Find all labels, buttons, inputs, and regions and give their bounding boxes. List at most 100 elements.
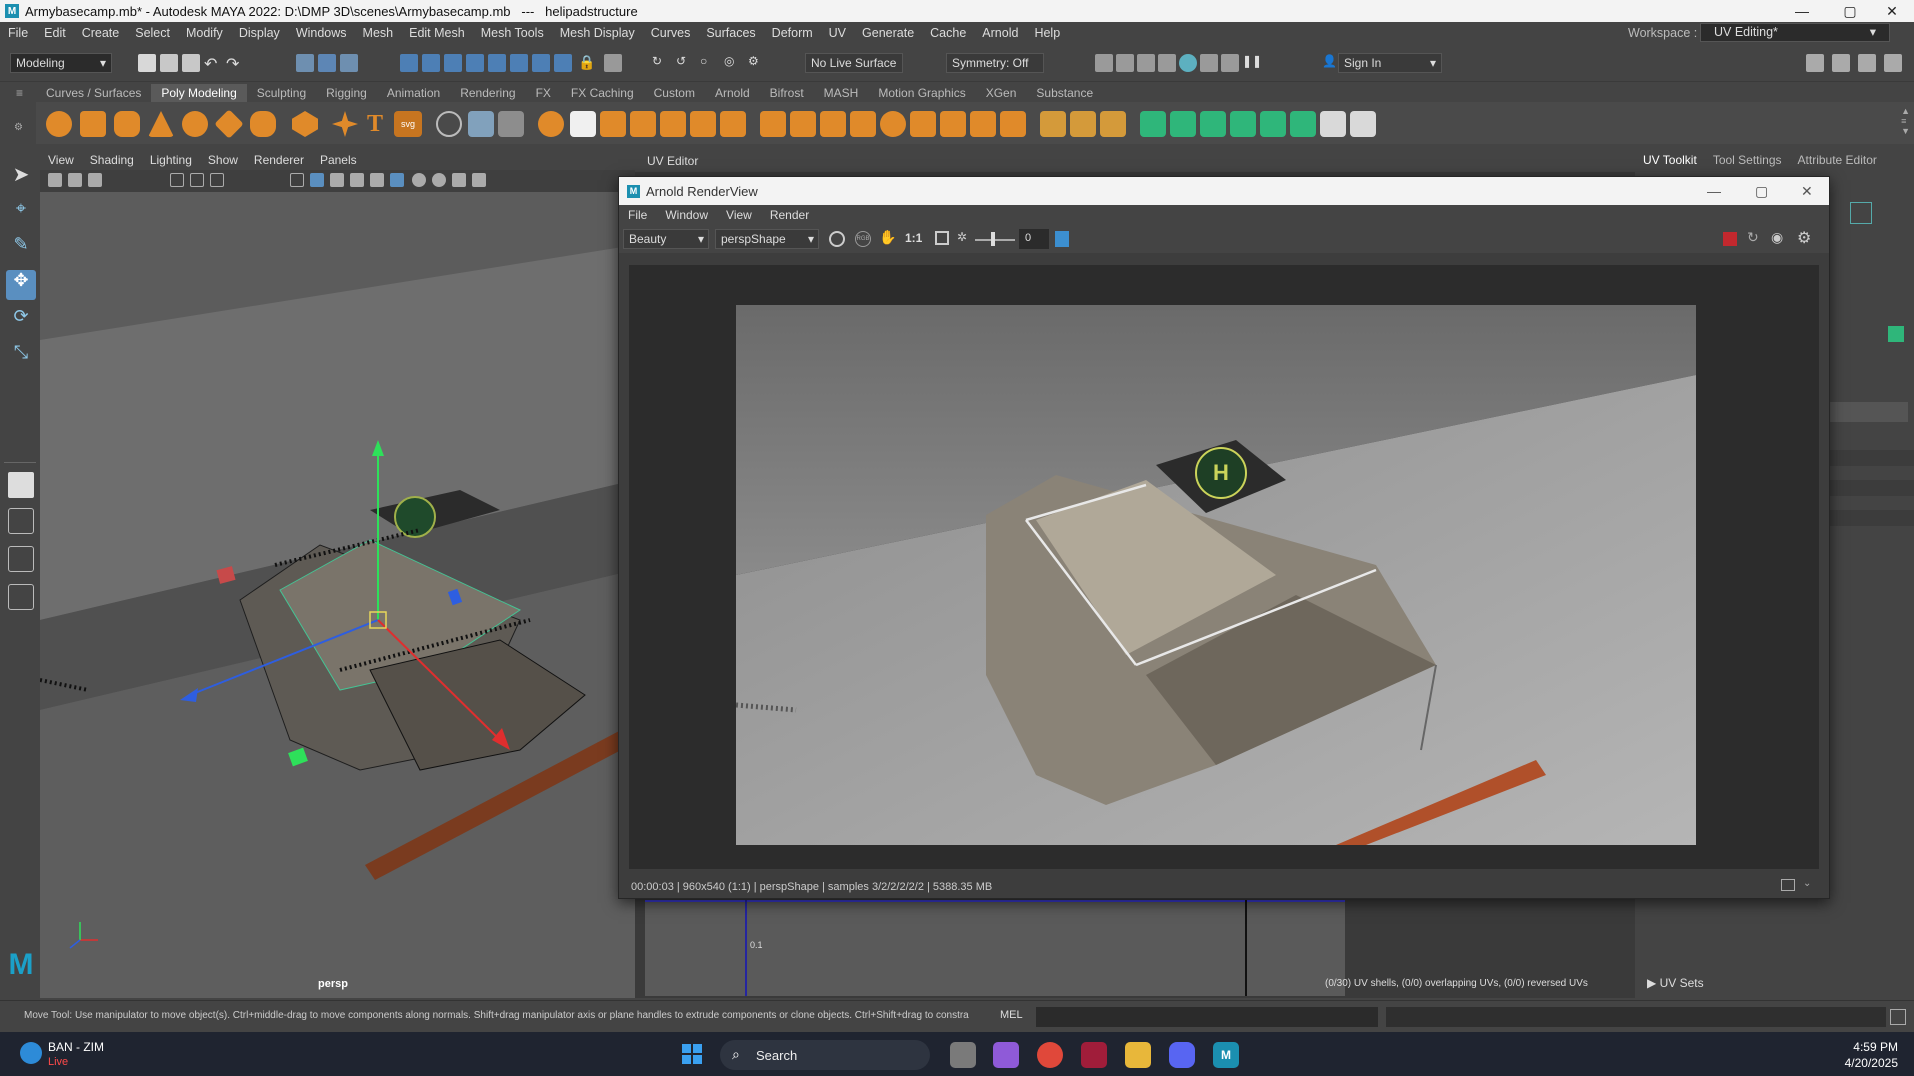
smooth-icon[interactable]	[630, 111, 656, 137]
snap-face-icon[interactable]	[554, 54, 572, 72]
media-app-icon[interactable]	[1081, 1042, 1107, 1068]
menu-display[interactable]: Display	[231, 26, 288, 40]
tab-tool-settings[interactable]: Tool Settings	[1705, 153, 1790, 167]
smooth-shade-icon[interactable]	[310, 173, 324, 187]
poly-torus-icon[interactable]	[182, 111, 208, 137]
display-all-channels-icon[interactable]	[829, 231, 845, 247]
menu-mesh[interactable]: Mesh	[355, 26, 402, 40]
refresh-render-icon[interactable]: ↻	[1747, 229, 1759, 246]
close-button[interactable]: ✕	[1870, 0, 1914, 22]
snap-curve-icon[interactable]	[422, 54, 440, 72]
ipr-render-icon[interactable]	[1137, 54, 1155, 72]
antialias-icon[interactable]	[452, 173, 466, 187]
mirror-icon[interactable]	[690, 111, 716, 137]
bevel-icon[interactable]	[820, 111, 846, 137]
snap-edge-icon[interactable]	[532, 54, 550, 72]
renderview-menu-render[interactable]: Render	[761, 208, 818, 222]
viewport-menu-renderer[interactable]: Renderer	[246, 153, 312, 167]
ipr-toggle-icon[interactable]: ◉	[1771, 229, 1783, 246]
snap-grid-icon[interactable]	[400, 54, 418, 72]
aov-select[interactable]: Beauty ▾	[623, 229, 709, 249]
renderview-menu-file[interactable]: File	[619, 208, 656, 222]
minimize-button[interactable]: —	[1780, 0, 1824, 22]
snap-point-icon[interactable]	[444, 54, 462, 72]
scatter-icon[interactable]	[498, 111, 524, 137]
tab-uv-toolkit[interactable]: UV Toolkit	[1635, 153, 1705, 167]
wireframe-icon[interactable]	[290, 173, 304, 187]
render-view-icon[interactable]	[1095, 54, 1113, 72]
connect-icon[interactable]	[1100, 111, 1126, 137]
bookmark-icon[interactable]	[88, 173, 102, 187]
renderview-maximize-button[interactable]: ▢	[1755, 183, 1768, 200]
copilot-icon[interactable]	[993, 1042, 1019, 1068]
film-gate-icon[interactable]	[190, 173, 204, 187]
exposure-slider-track[interactable]	[975, 239, 1015, 241]
viewport-menu-panels[interactable]: Panels	[312, 153, 365, 167]
attribute-editor-icon[interactable]	[1832, 54, 1850, 72]
unfold-icon[interactable]	[1260, 111, 1286, 137]
renderview-close-button[interactable]: ✕	[1801, 183, 1813, 200]
maximize-button[interactable]: ▢	[1828, 0, 1872, 22]
menu-arnold[interactable]: Arnold	[974, 26, 1026, 40]
file-explorer-icon[interactable]	[1125, 1042, 1151, 1068]
shelf-tab-arnold[interactable]: Arnold	[705, 84, 760, 102]
menu-mesh-tools[interactable]: Mesh Tools	[473, 26, 552, 40]
channel-box-icon[interactable]	[1884, 54, 1902, 72]
render-settings-icon[interactable]: ⚙	[748, 54, 766, 72]
camera-select[interactable]: perspShape ▾	[715, 229, 819, 249]
camera-select-icon[interactable]	[48, 173, 62, 187]
shelf-tab-rendering[interactable]: Rendering	[450, 84, 525, 102]
move-tool-icon[interactable]: ✥	[6, 270, 36, 300]
stop-render-icon[interactable]	[1723, 232, 1737, 246]
save-scene-icon[interactable]	[182, 54, 200, 72]
shelf-scroll-icon[interactable]: ▲ ≡ ▼	[1901, 106, 1910, 136]
shelf-tab-motion-graphics[interactable]: Motion Graphics	[868, 84, 975, 102]
four-view-icon[interactable]	[8, 508, 34, 534]
scale-tool-icon[interactable]: ⤡	[6, 342, 36, 372]
lock-icon[interactable]: 🔒	[578, 54, 596, 72]
menu-select[interactable]: Select	[127, 26, 178, 40]
shelf-tab-curves-surfaces[interactable]: Curves / Surfaces	[36, 84, 151, 102]
discord-icon[interactable]	[1169, 1042, 1195, 1068]
boolean-icon[interactable]	[660, 111, 686, 137]
frame-all-icon[interactable]	[935, 231, 949, 245]
ambient-occlusion-icon[interactable]	[432, 173, 446, 187]
shelf-tab-poly-modeling[interactable]: Poly Modeling	[151, 84, 247, 102]
maya-taskbar-icon[interactable]: M	[1213, 1042, 1239, 1068]
menu-modify[interactable]: Modify	[178, 26, 231, 40]
sign-in-select[interactable]: Sign In ▾	[1338, 53, 1442, 73]
debug-shading-icon[interactable]	[1055, 231, 1069, 247]
viewport-menu-view[interactable]: View	[40, 153, 82, 167]
poly-cone-icon[interactable]	[148, 111, 174, 137]
fill-hole-icon[interactable]	[850, 111, 876, 137]
depth-of-field-icon[interactable]	[472, 173, 486, 187]
snapshot-icon[interactable]	[1781, 879, 1795, 891]
renderview-minimize-button[interactable]: —	[1707, 183, 1721, 199]
menu-curves[interactable]: Curves	[643, 26, 699, 40]
select-object-icon[interactable]	[318, 54, 336, 72]
text-tool-icon[interactable]: T	[362, 111, 388, 137]
script-editor-icon[interactable]	[1890, 1009, 1906, 1025]
render-icon[interactable]: ○	[700, 54, 718, 72]
redo-icon[interactable]: ↷	[226, 54, 244, 73]
taskbar-search[interactable]: ⌕ Search	[720, 1040, 930, 1070]
render-canvas[interactable]: H	[629, 265, 1819, 869]
extrude-icon[interactable]	[760, 111, 786, 137]
uv-toolkit-action-icon[interactable]	[1888, 326, 1904, 342]
shadows-icon[interactable]	[370, 173, 384, 187]
new-scene-icon[interactable]	[138, 54, 156, 72]
grid-toggle-icon[interactable]	[170, 173, 184, 187]
outliner-layout-icon[interactable]	[8, 584, 34, 610]
separate-icon[interactable]	[570, 111, 596, 137]
svg-tool-icon[interactable]: svg	[394, 111, 422, 137]
windows-start-icon[interactable]	[682, 1044, 702, 1064]
sculpt-icon[interactable]	[436, 111, 462, 137]
layout-uv-icon[interactable]	[1290, 111, 1316, 137]
planar-mapping-icon[interactable]	[1140, 111, 1166, 137]
menu-mesh-display[interactable]: Mesh Display	[552, 26, 643, 40]
menu-edit[interactable]: Edit	[36, 26, 74, 40]
symmetry-select[interactable]: Symmetry: Off	[946, 53, 1044, 73]
shelf-tab-xgen[interactable]: XGen	[976, 84, 1027, 102]
exposure-field[interactable]: 0	[1019, 229, 1049, 249]
menu-create[interactable]: Create	[74, 26, 128, 40]
